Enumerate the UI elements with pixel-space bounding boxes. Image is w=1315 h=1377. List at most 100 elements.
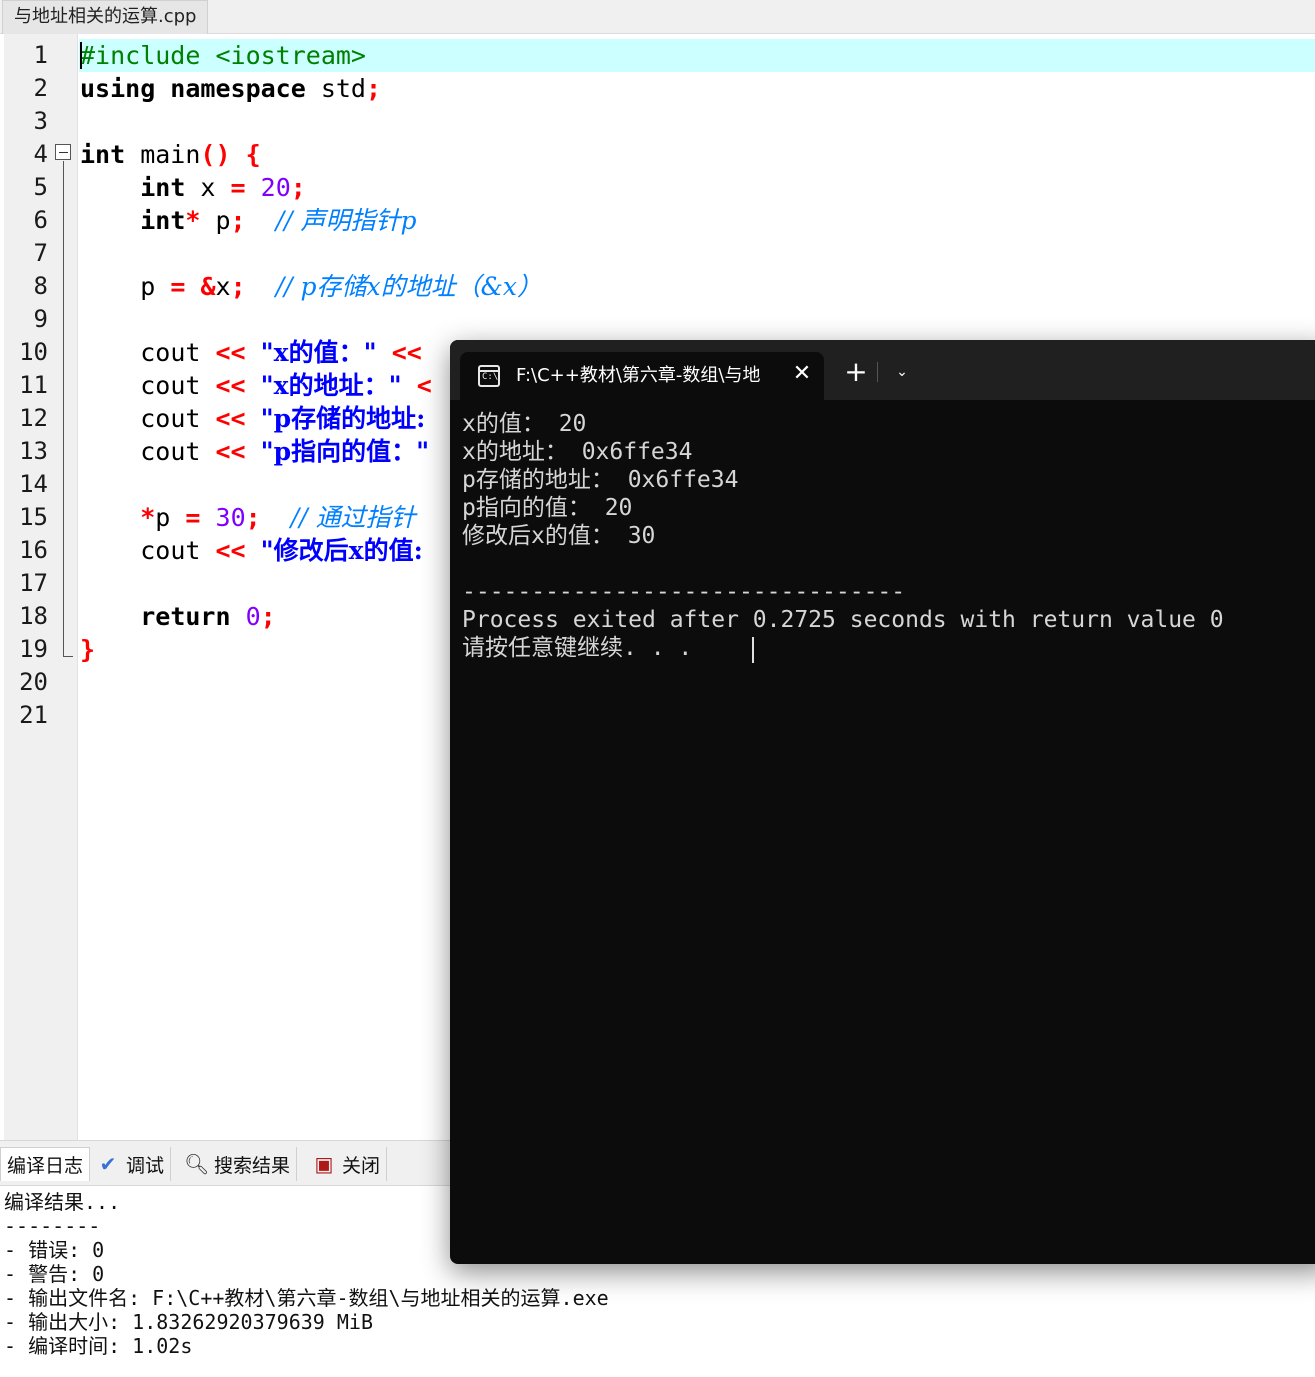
identifier: std xyxy=(305,74,366,103)
log-line: -------- xyxy=(4,1214,101,1238)
tab-search-results[interactable]: 🔍︎ 搜索结果 xyxy=(178,1147,298,1181)
identifier: cout xyxy=(140,404,216,433)
operator: & xyxy=(200,272,216,301)
terminal-line: x的值： 20 xyxy=(462,411,587,437)
operator: = xyxy=(230,173,246,202)
operator: << xyxy=(215,404,246,433)
new-tab-plus-icon[interactable]: + xyxy=(842,358,870,386)
terminal-line: Process exited after 0.2725 seconds with… xyxy=(462,607,1224,633)
fold-collapse-icon[interactable] xyxy=(55,144,71,160)
search-icon: 🔍︎ xyxy=(184,1152,210,1176)
terminal-tab[interactable]: C:\ F:\C++教材\第六章-数组\与地 ✕ xyxy=(460,352,824,400)
identifier: cout xyxy=(140,536,216,565)
code-line-1: #include <iostream> xyxy=(80,39,366,72)
operator: * xyxy=(140,503,156,532)
code-line-13: cout << "p指向的值：" xyxy=(80,435,429,468)
tab-label: 搜索结果 xyxy=(214,1154,291,1177)
terminal-line: p指向的值： 20 xyxy=(462,495,633,521)
terminal-line: 修改后x的值： 30 xyxy=(462,523,656,549)
checkmark-icon: ✔ xyxy=(99,1152,117,1176)
line-number: 21 xyxy=(19,701,48,729)
keyword: using namespace xyxy=(80,74,306,103)
string-literal: "p存储的地址: xyxy=(260,404,426,433)
terminal-titlebar: C:\ F:\C++教材\第六章-数组\与地 ✕ + ⌄ xyxy=(450,340,1315,400)
line-number: 18 xyxy=(19,602,48,630)
semicolon: ; xyxy=(230,206,246,235)
line-number: 5 xyxy=(33,173,48,201)
console-icon: C:\ xyxy=(478,365,500,387)
fold-guide-line xyxy=(63,161,64,657)
terminal-window[interactable]: C:\ F:\C++教材\第六章-数组\与地 ✕ + ⌄ x的值： 20 x的地… xyxy=(450,340,1315,1264)
editor-file-tab[interactable]: 与地址相关的运算.cpp xyxy=(2,0,209,34)
function-name: main xyxy=(125,140,201,169)
string-literal: "修改后x的值: xyxy=(260,536,423,565)
comment: // p存储x的地址（&x） xyxy=(275,272,542,301)
tab-label: 调试 xyxy=(126,1154,165,1177)
number-literal: 0 xyxy=(245,602,261,631)
chevron-down-icon[interactable]: ⌄ xyxy=(890,360,914,384)
identifier: cout xyxy=(140,437,216,466)
keyword: int xyxy=(140,173,186,202)
line-number: 11 xyxy=(19,371,48,399)
fold-guide-end xyxy=(63,656,73,657)
line-number: 3 xyxy=(33,107,48,135)
identifier: p xyxy=(200,206,231,235)
line-number: 9 xyxy=(33,305,48,333)
semicolon: ; xyxy=(245,503,261,532)
line-number: 7 xyxy=(33,239,48,267)
line-number: 2 xyxy=(33,74,48,102)
line-number: 1 xyxy=(33,41,48,69)
code-line-8: p = &x; // p存储x的地址（&x） xyxy=(80,270,542,303)
operator: * xyxy=(185,206,201,235)
string-literal: "x的地址：" xyxy=(260,371,402,400)
comment: // 声明指针p xyxy=(275,206,417,235)
log-line: - 输出文件名: F:\C++教材\第六章-数组\与地址相关的运算.exe xyxy=(4,1286,609,1310)
operator: = xyxy=(170,272,186,301)
close-icon[interactable]: ✕ xyxy=(790,362,814,386)
line-number: 13 xyxy=(19,437,48,465)
code-line-16: cout << "修改后x的值: xyxy=(80,534,423,567)
line-number: 20 xyxy=(19,668,48,696)
operator: << xyxy=(215,437,246,466)
semicolon: ; xyxy=(230,272,246,301)
identifier: cout xyxy=(140,371,216,400)
tab-label: 编译日志 xyxy=(7,1155,84,1177)
tab-label: 关闭 xyxy=(342,1154,381,1177)
operator: << xyxy=(215,536,246,565)
identifier: x xyxy=(215,272,231,301)
line-number: 16 xyxy=(19,536,48,564)
tab-close[interactable]: ▣ 关闭 xyxy=(306,1147,388,1181)
code-line-2: using namespace std; xyxy=(80,72,381,105)
semicolon: ; xyxy=(366,74,382,103)
code-line-6: int* p; // 声明指针p xyxy=(80,204,417,237)
tab-compile-log[interactable]: 编译日志 xyxy=(0,1147,91,1181)
tab-debug[interactable]: ✔ 调试 xyxy=(90,1147,172,1181)
keyword: return xyxy=(140,602,231,631)
parentheses: () xyxy=(200,140,231,169)
line-number: 14 xyxy=(19,470,48,498)
identifier: cout xyxy=(140,338,216,367)
code-line-5: int x = 20; xyxy=(80,171,306,204)
terminal-line: -------------------------------- xyxy=(462,579,906,605)
operator: << xyxy=(391,338,422,367)
code-line-4: int main() { xyxy=(80,138,261,171)
close-panel-icon: ▣ xyxy=(314,1152,334,1176)
terminal-tab-title: F:\C++教材\第六章-数组\与地 xyxy=(516,365,761,386)
log-line: - 警告: 0 xyxy=(4,1262,105,1286)
code-line-19: } xyxy=(80,633,95,666)
preprocessor-directive: #include <iostream> xyxy=(80,41,366,70)
